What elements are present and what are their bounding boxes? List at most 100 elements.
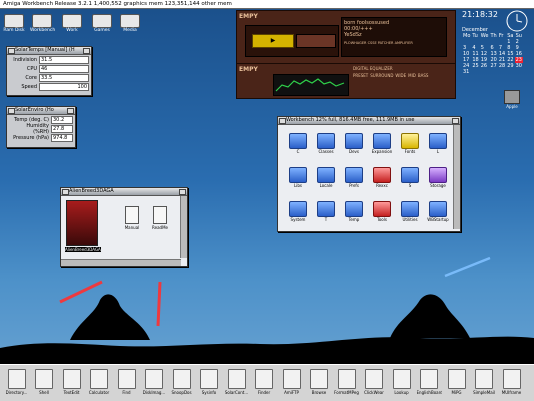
- drawer-devs-icon[interactable]: Devs: [340, 133, 368, 154]
- app-icon: [255, 369, 273, 389]
- solartemps-window[interactable]: SolarTemps [Manual] (H Indivision 31.5 CP…: [6, 46, 92, 96]
- drawer-prefs-icon[interactable]: Prefs: [340, 167, 368, 188]
- taskbar-item-label: TextEdit: [63, 390, 80, 395]
- drawer-icon-glyph: [429, 133, 447, 149]
- close-icon[interactable]: [279, 118, 286, 124]
- taskbar-item-11[interactable]: AmiFTP: [279, 369, 304, 395]
- drawer-utilities-icon[interactable]: Utilities: [396, 201, 424, 222]
- depth-icon[interactable]: [83, 48, 90, 54]
- depth-icon[interactable]: [452, 118, 459, 124]
- eq-wide-button[interactable]: WIDE: [395, 73, 406, 78]
- taskbar-item-15[interactable]: Lookup: [389, 369, 414, 395]
- eq-brand: EMPY: [239, 66, 258, 73]
- taskbar-item-3[interactable]: TextEdit: [59, 369, 84, 395]
- equalizer-panel[interactable]: EMPY DIGITAL EQUALIZER PRESET SURROUND W…: [236, 63, 456, 99]
- media-player[interactable]: EMPY ▶ born foolsossused 00:00/+++ YeSdS…: [236, 10, 456, 64]
- drawer-locale-icon[interactable]: Locale: [312, 167, 340, 188]
- taskbar-item-13[interactable]: FormatMPeg: [334, 369, 359, 395]
- drawer-t-icon[interactable]: T: [312, 201, 340, 222]
- workbench-titlebar[interactable]: Workbench 12% full, 816.4MB free, 111.9M…: [278, 117, 460, 125]
- apple-gadget[interactable]: Apple: [502, 90, 522, 110]
- taskbar-item-10[interactable]: Finder: [252, 369, 277, 395]
- play-button[interactable]: ▶: [252, 34, 294, 48]
- app-icon: [310, 369, 328, 389]
- solartemps-titlebar[interactable]: SolarTemps [Manual] (H: [7, 47, 91, 55]
- eq-surround-button[interactable]: SURROUND: [370, 73, 393, 78]
- app-icon: [420, 369, 438, 389]
- eq-mid-button[interactable]: MID: [408, 73, 416, 78]
- ram-disk-icon[interactable]: Ram Disk: [2, 14, 26, 33]
- workbench-drive-icon[interactable]: Workbench: [30, 14, 55, 33]
- drawer-icon-glyph: [401, 201, 419, 217]
- taskbar-item-12[interactable]: Browse: [307, 369, 332, 395]
- drawer-icon-glyph: [317, 201, 335, 217]
- taskbar-item-1[interactable]: Directory...: [4, 369, 29, 395]
- drawer-icon-label: C: [296, 149, 300, 154]
- drawer-wbstartup-icon[interactable]: WBStartup: [424, 201, 452, 222]
- taskbar-item-2[interactable]: Shell: [32, 369, 57, 395]
- eq-bass-button[interactable]: BASS: [418, 73, 429, 78]
- taskbar-item-6[interactable]: DiskImag...: [142, 369, 167, 395]
- drawer-tools-icon[interactable]: Tools: [368, 201, 396, 222]
- taskbar-item-17[interactable]: MiPG: [444, 369, 469, 395]
- drawer-classes-icon[interactable]: Classes: [312, 133, 340, 154]
- taskbar-item-4[interactable]: Calculator: [87, 369, 112, 395]
- screen-title-bar[interactable]: Amiga Workbench Release 3.2.1 1,400,552 …: [0, 0, 534, 9]
- mode-text: PLOWHAGER CSSE PATCHER AMPLIFIER: [344, 41, 413, 45]
- drawer-s-icon[interactable]: S: [396, 167, 424, 188]
- workbench-drawer-window[interactable]: Workbench 12% full, 816.4MB free, 111.9M…: [277, 116, 461, 232]
- taskbar-item-8[interactable]: Sysinfo: [197, 369, 222, 395]
- drawer-storage-icon[interactable]: Storage: [424, 167, 452, 188]
- player-display: born foolsossused 00:00/+++ YeSdSz PLOWH…: [341, 17, 447, 57]
- app-icon: [35, 369, 53, 389]
- eq-preset-button[interactable]: PRESET: [353, 73, 368, 78]
- app-icon: [392, 369, 411, 389]
- drawer-libs-icon[interactable]: Libs: [284, 167, 312, 188]
- eq-visualizer: [273, 74, 349, 96]
- taskbar-item-9[interactable]: SolarCont...: [224, 369, 249, 395]
- drawer-temp-icon[interactable]: Temp: [340, 201, 368, 222]
- drawer-icon-glyph: [429, 201, 447, 217]
- app-icon: [365, 369, 383, 389]
- vertical-scrollbar[interactable]: [453, 125, 460, 229]
- close-icon[interactable]: [8, 108, 15, 114]
- track-format: YeSdSz: [344, 32, 362, 38]
- media-drive-icon[interactable]: Media: [118, 14, 142, 33]
- close-icon[interactable]: [62, 189, 69, 195]
- manual-file-icon[interactable]: Manual: [121, 206, 143, 231]
- drawer-icon-glyph: [317, 167, 335, 183]
- drawer-icon-label: System: [290, 217, 306, 222]
- app-icon: [200, 369, 218, 389]
- close-icon[interactable]: [8, 48, 15, 54]
- drawer-expansion-icon[interactable]: Expansion: [368, 133, 396, 154]
- drawer-icon-label: Locale: [319, 183, 333, 188]
- taskbar-item-19[interactable]: MUIframe: [499, 369, 524, 395]
- depth-icon[interactable]: [67, 108, 74, 114]
- taskbar-item-label: DiskImag...: [142, 390, 166, 395]
- taskbar-item-18[interactable]: SimpleMail: [472, 369, 497, 395]
- drawer-icon-label: WBStartup: [427, 217, 449, 222]
- taskbar-item-14[interactable]: ClickWear: [362, 369, 387, 395]
- drawer-fonts-icon[interactable]: Fonts: [396, 133, 424, 154]
- taskbar-item-label: Find: [122, 390, 131, 395]
- taskbar-item-5[interactable]: Find: [114, 369, 139, 395]
- work-drive-icon[interactable]: Work: [60, 14, 84, 33]
- alienbreed-titlebar[interactable]: AlienBreed3DAGA: [61, 188, 187, 196]
- app-icon: [337, 369, 356, 389]
- drawer-icon-glyph: [429, 167, 447, 183]
- depth-icon[interactable]: [179, 189, 186, 195]
- taskbar-item-16[interactable]: EnglishBoard: [417, 369, 442, 395]
- drawer-l-icon[interactable]: L: [424, 133, 452, 154]
- drawer-rexxc-icon[interactable]: Rexxc: [368, 167, 396, 188]
- drawer-icon-glyph: [373, 133, 391, 149]
- drawer-icon-glyph: [401, 133, 419, 149]
- solarenviro-window[interactable]: SolarEnviro (Ho Temp (deg. C) 30.2 Humidi…: [6, 106, 76, 148]
- drawer-system-icon[interactable]: System: [284, 201, 312, 222]
- games-drive-icon[interactable]: Games: [90, 14, 114, 33]
- readme-file-icon[interactable]: ReadMe: [149, 206, 171, 231]
- stop-button[interactable]: [296, 34, 336, 48]
- drawer-c-icon[interactable]: C: [284, 133, 312, 154]
- taskbar-item-7[interactable]: SnoopDos: [169, 369, 194, 395]
- solarenviro-titlebar[interactable]: SolarEnviro (Ho: [7, 107, 75, 115]
- drawer-icon-label: Libs: [294, 183, 302, 188]
